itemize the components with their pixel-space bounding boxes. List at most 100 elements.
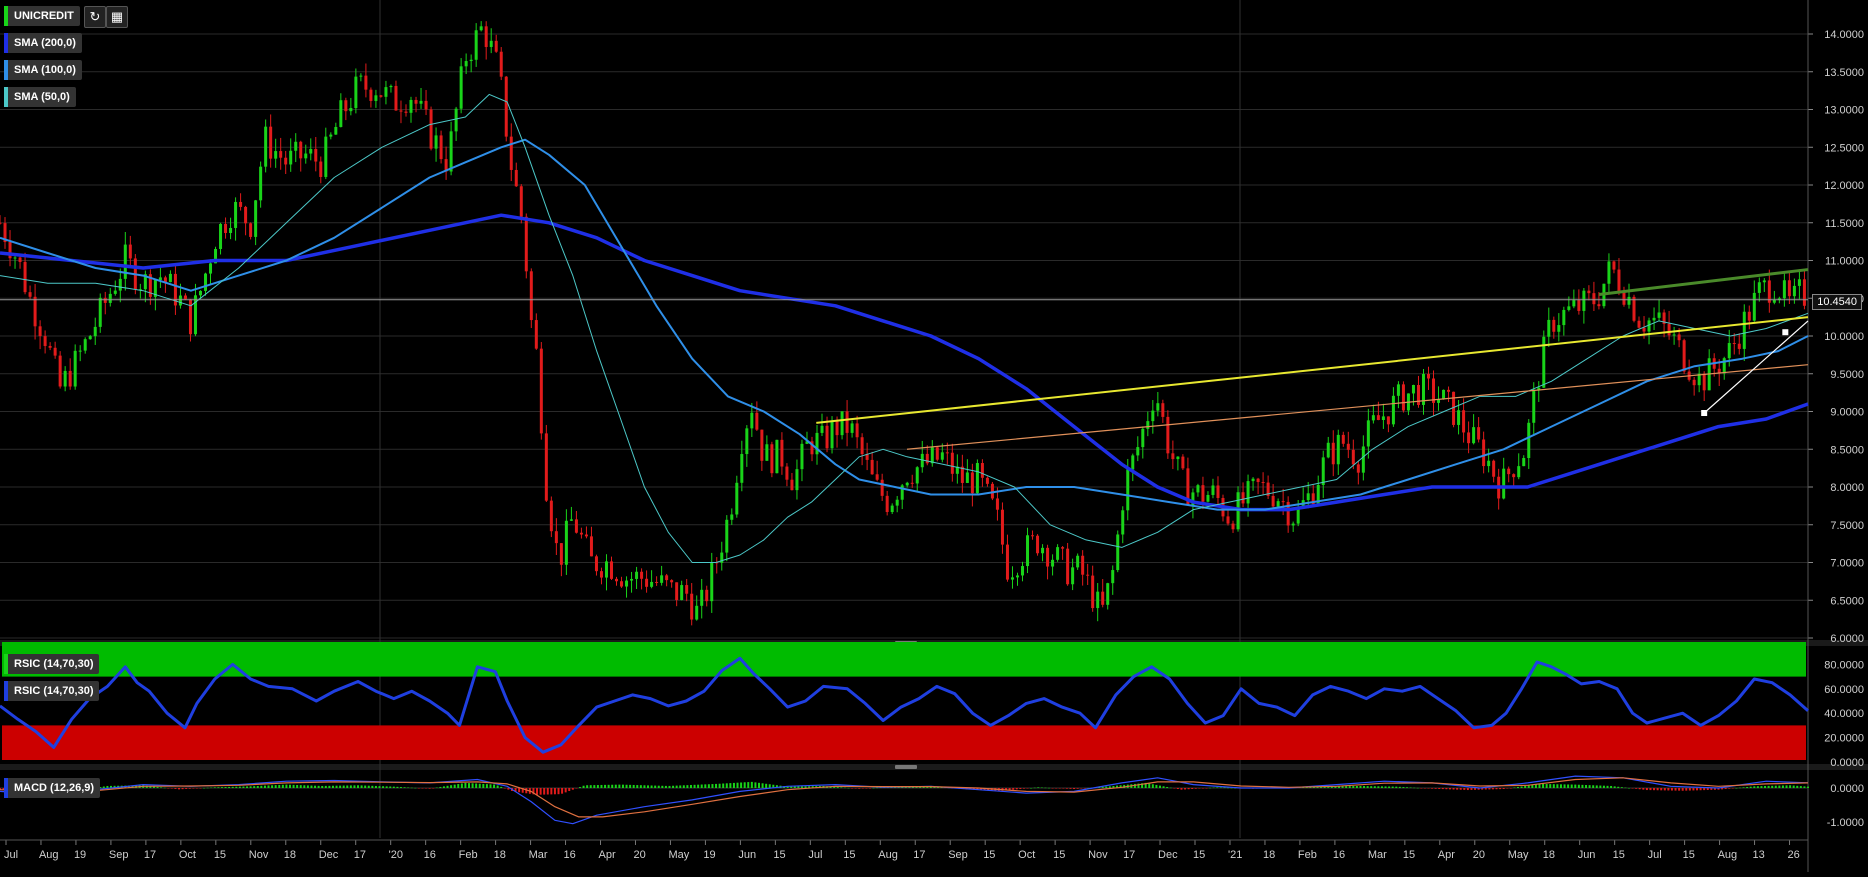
macd-bar <box>725 783 728 788</box>
candle-body <box>1487 460 1491 467</box>
macd-bar <box>586 785 589 788</box>
macd-bar <box>711 784 714 788</box>
x-tick-label: 20 <box>1473 849 1485 861</box>
y-tick-label: 12.5000 <box>1824 142 1864 154</box>
candle-body <box>1261 482 1265 484</box>
candle-body <box>635 571 639 579</box>
sma100-tag[interactable]: SMA (100,0) <box>4 60 82 80</box>
symbol-tag[interactable]: UNICREDIT <box>4 6 80 26</box>
macd-bar <box>1047 787 1050 789</box>
x-tick-label: Jul <box>808 849 822 861</box>
macd-bar <box>410 787 413 789</box>
macd-bar <box>1545 784 1548 788</box>
candle-body <box>234 201 238 228</box>
candle-body <box>695 605 699 620</box>
macd-bar <box>1448 788 1451 790</box>
macd-tag[interactable]: MACD (12,26,9) <box>4 778 101 798</box>
sma50-tag[interactable]: SMA (50,0) <box>4 87 76 107</box>
candle-body <box>1411 384 1415 394</box>
candle-body <box>554 531 558 544</box>
macd-bar <box>457 784 460 788</box>
macd-bar <box>1746 786 1749 788</box>
macd-bar <box>1606 785 1609 788</box>
sma200-tag[interactable]: SMA (200,0) <box>4 33 82 53</box>
macd-bar <box>1613 786 1616 788</box>
macd-bar <box>156 786 159 788</box>
x-tick-label: Jun <box>738 849 756 861</box>
macd-bar <box>729 783 732 788</box>
candle-body <box>1066 548 1070 585</box>
refresh-icon[interactable]: ↻ <box>84 6 106 28</box>
macd-bar <box>868 788 871 789</box>
macd-bar <box>217 787 220 788</box>
candle-body <box>985 477 989 484</box>
candle-body <box>178 295 182 306</box>
rsi-tag-1[interactable]: RSIC (14,70,30) <box>4 654 100 674</box>
candle-body <box>1391 395 1395 425</box>
candle-body <box>750 412 754 429</box>
macd-bar <box>1559 784 1562 788</box>
candle-body <box>825 425 829 449</box>
candle-body <box>83 339 87 351</box>
macd-bar <box>564 788 567 793</box>
macd-bar <box>861 788 864 789</box>
candle-body <box>1306 493 1310 501</box>
macd-bar <box>876 787 879 789</box>
macd-bar <box>1638 788 1641 790</box>
candle-body <box>645 578 649 587</box>
candle-body <box>309 149 313 154</box>
candle-body <box>1126 469 1130 511</box>
candle-body <box>1366 420 1370 447</box>
y-tick-label: 13.0000 <box>1824 105 1864 117</box>
macd-bar <box>582 785 585 788</box>
macd-bar <box>246 786 249 788</box>
candle-body <box>1502 468 1506 499</box>
candle-body <box>324 136 328 177</box>
macd-bar <box>1649 788 1652 791</box>
calendar-icon[interactable]: ▦ <box>106 6 128 28</box>
rsi-tag-2[interactable]: RSIC (14,70,30) <box>4 681 100 701</box>
macd-bar <box>1488 788 1491 790</box>
sma200-swatch <box>4 33 8 53</box>
macd-bar <box>1406 787 1409 788</box>
x-tick-label: Feb <box>459 849 478 861</box>
macd-bar <box>1581 784 1584 788</box>
candle-body <box>249 223 253 237</box>
candle-body <box>319 161 323 177</box>
macd-bar <box>1227 787 1230 789</box>
macd-bar <box>220 787 223 788</box>
candle-body <box>28 292 32 297</box>
macd-bar <box>1158 785 1161 788</box>
macd-bar <box>371 785 374 788</box>
macd-bar <box>1051 788 1054 789</box>
macd-bar <box>589 785 592 788</box>
candle-body <box>1041 547 1045 554</box>
macd-bar <box>1198 788 1201 789</box>
macd-bar <box>496 785 499 788</box>
candle-body <box>529 271 533 321</box>
macd-bar <box>321 785 324 788</box>
candle-body <box>1010 577 1014 580</box>
macd-bar <box>432 788 435 789</box>
macd-bar <box>747 782 750 788</box>
candle-body <box>404 111 408 113</box>
macd-bar <box>435 787 438 789</box>
macd-bar <box>1463 788 1466 790</box>
macd-bar <box>614 784 617 788</box>
candle-body <box>549 500 553 532</box>
macd-bar <box>346 785 349 788</box>
candle-body <box>1061 547 1065 549</box>
candle-body <box>680 585 684 601</box>
y-tick-label: 6.0000 <box>1830 633 1864 645</box>
signal-line <box>0 777 1809 818</box>
candle-body <box>158 277 162 281</box>
candle-body <box>1797 279 1801 286</box>
candle-body <box>640 571 644 579</box>
macd-tick-label: -1.0000 <box>1827 817 1864 829</box>
candle-body <box>1757 282 1761 293</box>
candle-body <box>1246 481 1250 504</box>
macd-bar <box>1799 786 1802 788</box>
macd-bar <box>1166 786 1169 788</box>
macd-bar <box>1602 785 1605 788</box>
candle-body <box>940 452 944 460</box>
